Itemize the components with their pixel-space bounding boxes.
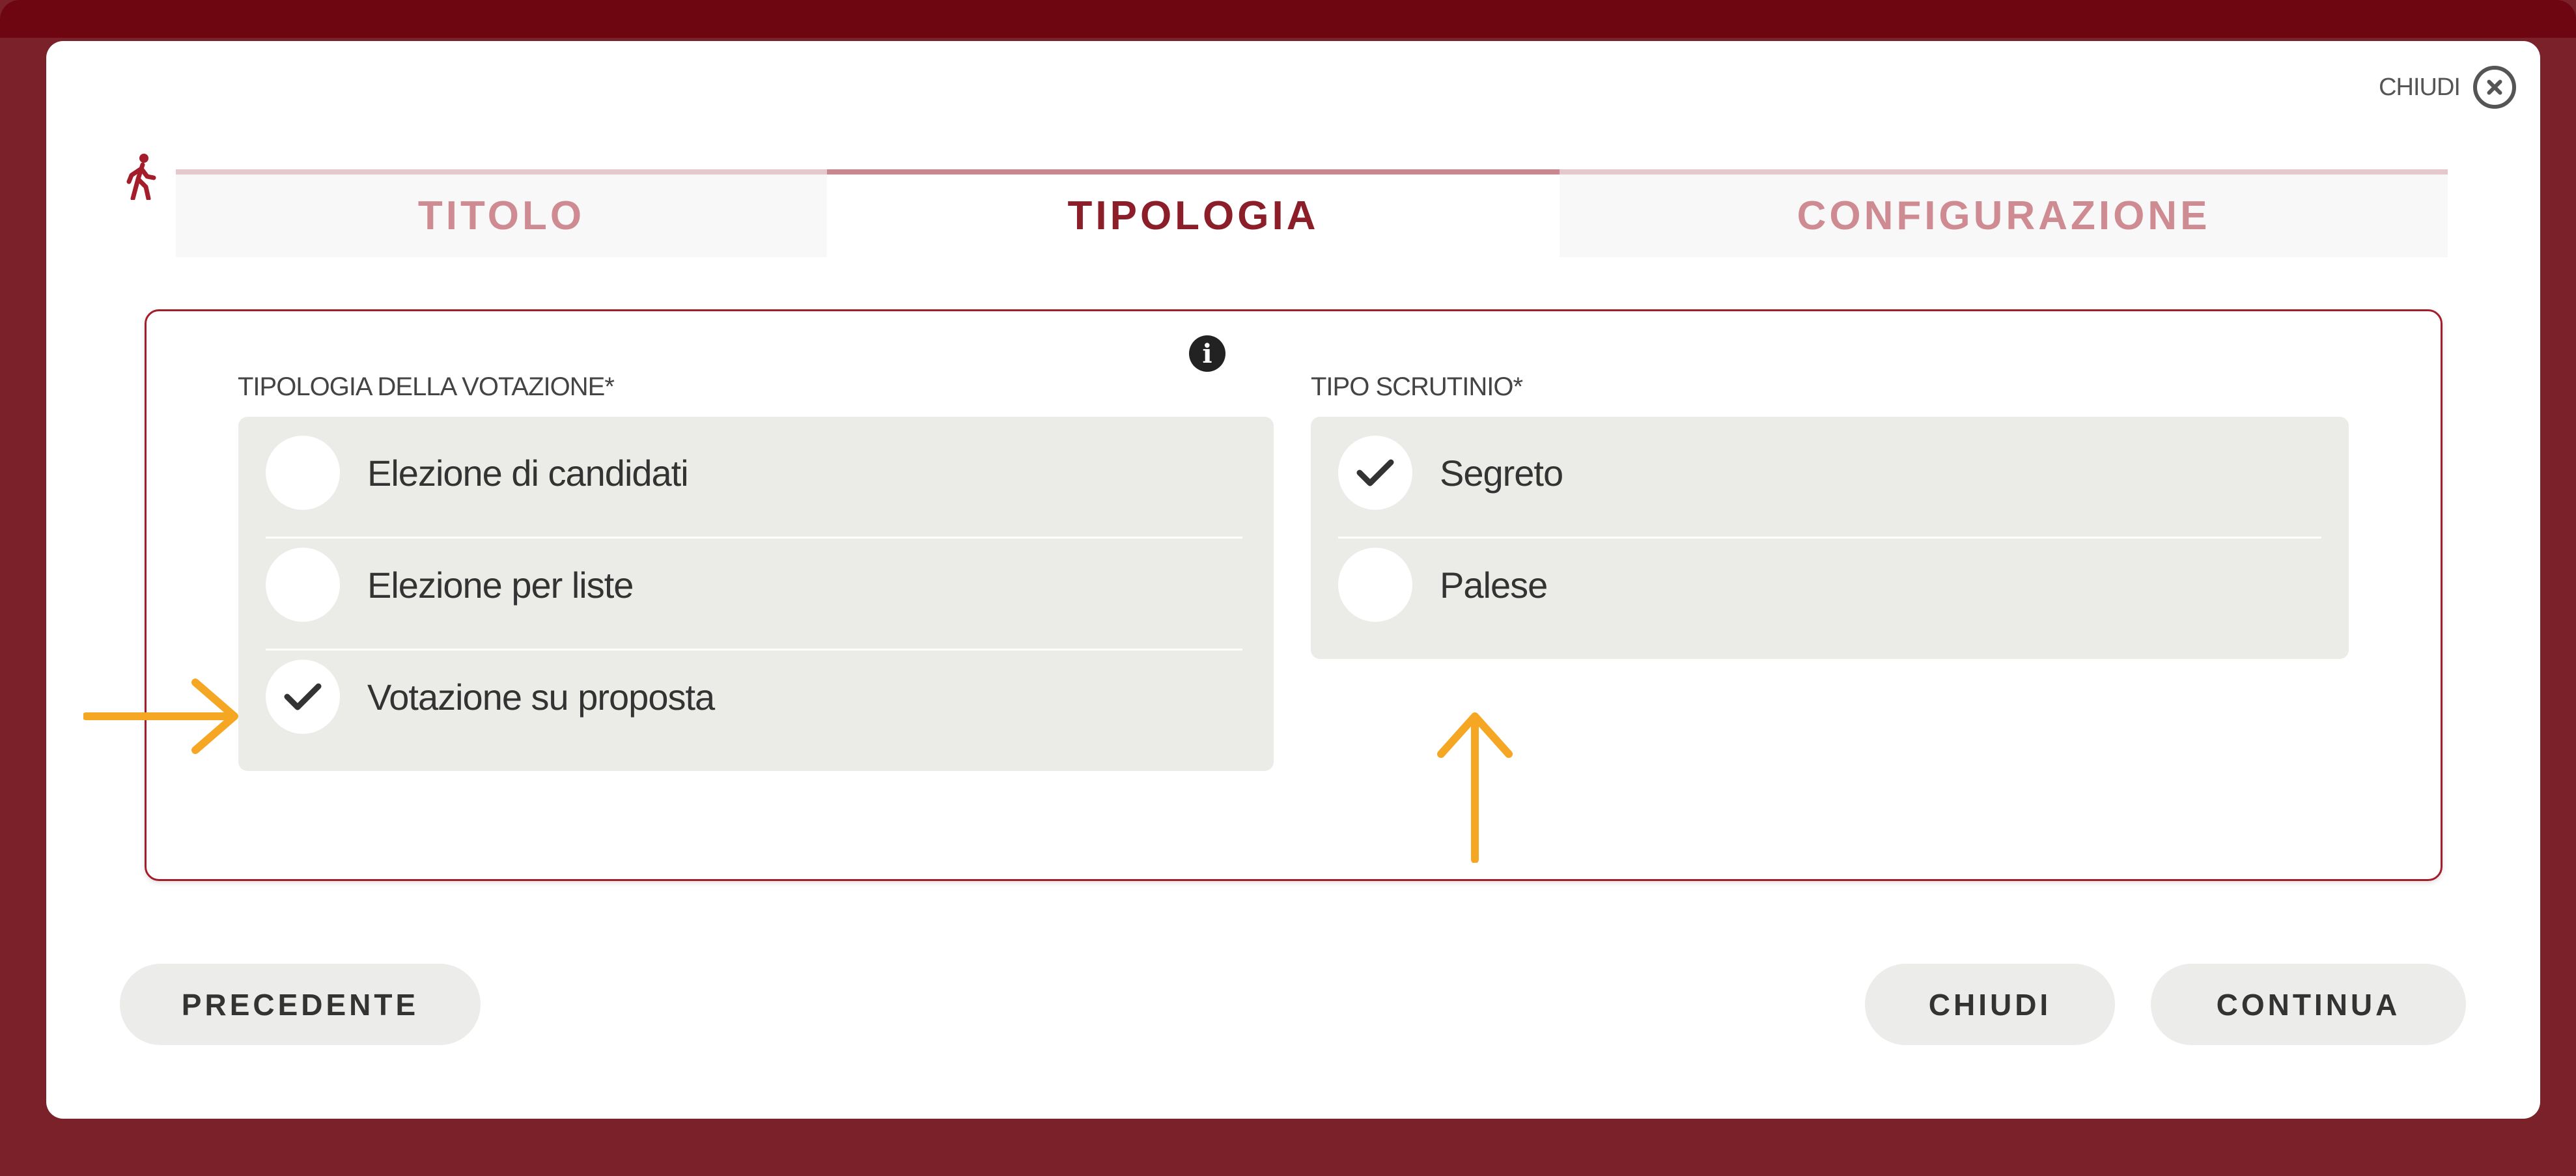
radio-circle-selected[interactable]: [1338, 436, 1412, 510]
previous-button[interactable]: PRECEDENTE: [120, 964, 481, 1045]
annotation-arrow-up-icon: [1437, 712, 1513, 863]
radio-circle-selected[interactable]: [266, 660, 340, 734]
option-label: Votazione su proposta: [367, 676, 715, 718]
option-label: Elezione di candidati: [367, 452, 689, 494]
ballot-type-options: Segreto Palese: [1311, 417, 2349, 659]
continue-button[interactable]: CONTINUA: [2151, 964, 2466, 1045]
background-header: [0, 0, 2576, 38]
voting-type-options: Elezione di candidati Elezione per liste…: [238, 417, 1274, 771]
option-elezione-candidati[interactable]: Elezione di candidati: [266, 417, 689, 529]
option-label: Segreto: [1440, 452, 1563, 494]
close-button[interactable]: CHIUDI: [1865, 964, 2115, 1045]
radio-circle[interactable]: [266, 548, 340, 622]
close-modal-label: CHIUDI: [2379, 73, 2461, 101]
radio-circle[interactable]: [266, 436, 340, 510]
option-palese[interactable]: Palese: [1338, 529, 1548, 641]
option-elezione-liste[interactable]: Elezione per liste: [266, 529, 634, 641]
walking-person-icon: [126, 154, 156, 200]
step-configurazione[interactable]: CONFIGURAZIONE: [1560, 169, 2448, 257]
info-icon[interactable]: i: [1189, 335, 1225, 372]
radio-circle[interactable]: [1338, 548, 1412, 622]
step-titolo[interactable]: TITOLO: [176, 169, 827, 257]
ballot-type-label: TIPO SCRUTINIO*: [1311, 372, 1523, 401]
wizard-steps: TITOLO TIPOLOGIA CONFIGURAZIONE: [176, 169, 2448, 257]
close-circle-icon[interactable]: [2473, 66, 2516, 109]
checkmark-icon: [284, 683, 322, 710]
option-votazione-proposta[interactable]: Votazione su proposta: [266, 641, 715, 753]
close-modal-button[interactable]: CHIUDI: [2379, 66, 2516, 109]
option-label: Palese: [1440, 564, 1548, 606]
checkmark-icon: [1356, 459, 1394, 486]
step-tipologia[interactable]: TIPOLOGIA: [827, 169, 1560, 257]
option-segreto[interactable]: Segreto: [1338, 417, 1563, 529]
option-label: Elezione per liste: [367, 564, 634, 606]
annotation-arrow-right-icon: [83, 679, 238, 754]
voting-type-label: TIPOLOGIA DELLA VOTAZIONE*: [238, 372, 615, 401]
